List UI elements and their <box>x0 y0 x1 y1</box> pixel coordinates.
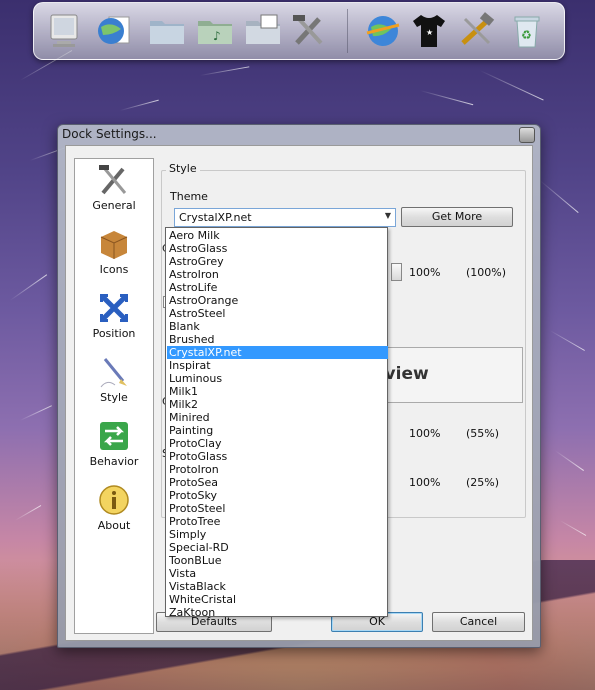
theme-combobox[interactable]: CrystalXP.net ▼ <box>174 208 396 227</box>
theme-option[interactable]: ProtoClay <box>167 437 388 450</box>
theme-option[interactable]: WhiteCristal <box>167 593 388 606</box>
theme-option[interactable]: Inspirat <box>167 359 388 372</box>
tools-icon <box>99 165 127 195</box>
theme-option[interactable]: ProtoSteel <box>167 502 388 515</box>
category-behavior[interactable]: Behavior <box>75 415 153 475</box>
window-title: Dock Settings... <box>62 127 157 141</box>
move-arrows-icon <box>100 294 128 322</box>
paintbrush-icon <box>100 358 127 388</box>
theme-combobox-value: CrystalXP.net <box>179 211 252 224</box>
category-label: About <box>97 519 131 532</box>
category-label: Icons <box>99 263 129 276</box>
theme-option[interactable]: Special-RD <box>167 541 388 554</box>
recycle-bin-icon[interactable]: ♻ <box>506 9 548 53</box>
category-label: Style <box>100 391 128 404</box>
theme-label: Theme <box>170 190 208 203</box>
theme-option[interactable]: Milk1 <box>167 385 388 398</box>
theme-option[interactable]: AstroGlass <box>167 242 388 255</box>
row3-value: 100% <box>409 476 441 489</box>
theme-option[interactable]: ZaKtoon <box>167 606 388 619</box>
category-about[interactable]: About <box>75 479 153 539</box>
theme-option[interactable]: VistaBlack <box>167 580 388 593</box>
theme-option[interactable]: ProtoIron <box>167 463 388 476</box>
folder-icon[interactable] <box>146 9 188 53</box>
theme-option[interactable]: ProtoGlass <box>167 450 388 463</box>
row3-extra-value: (25%) <box>466 476 500 489</box>
tools-icon[interactable] <box>288 9 330 53</box>
theme-option[interactable]: ProtoSea <box>167 476 388 489</box>
category-list: General Icons Position Style Behavior Ab… <box>74 158 154 634</box>
svg-text:★: ★ <box>426 28 433 37</box>
network-globe-icon[interactable] <box>362 9 404 53</box>
row2-extra-value: (55%) <box>466 427 500 440</box>
photo-folder-icon[interactable] <box>242 9 284 53</box>
dock-separator <box>347 9 348 53</box>
chevron-down-icon[interactable]: ▼ <box>385 211 391 220</box>
theme-dropdown-list[interactable]: Aero Milk AstroGlass AstroGrey AstroIron Ast… <box>165 227 388 619</box>
theme-option[interactable]: Minired <box>167 411 388 424</box>
close-icon[interactable] <box>519 127 535 143</box>
category-position[interactable]: Position <box>75 287 153 347</box>
category-label: General <box>92 199 136 212</box>
category-style[interactable]: Style <box>75 351 153 411</box>
theme-option[interactable]: CrystalXP.net <box>167 346 388 359</box>
theme-option[interactable]: Simply <box>167 528 388 541</box>
theme-option[interactable]: Milk2 <box>167 398 388 411</box>
theme-option[interactable]: ProtoSky <box>167 489 388 502</box>
computer-icon[interactable] <box>44 9 86 53</box>
category-label: Behavior <box>89 455 139 468</box>
row2-value: 100% <box>409 427 441 440</box>
box-icon <box>100 231 128 259</box>
hammer-wrench-icon[interactable] <box>456 9 498 53</box>
opacity-slider-thumb[interactable] <box>391 263 402 281</box>
theme-option[interactable]: Vista <box>167 567 388 580</box>
category-icons[interactable]: Icons <box>75 223 153 283</box>
theme-option[interactable]: AstroSteel <box>167 307 388 320</box>
theme-preview: eview <box>378 347 523 403</box>
cancel-button[interactable]: Cancel <box>432 612 525 632</box>
style-group-title: Style <box>166 162 200 175</box>
category-label: Position <box>92 327 136 340</box>
theme-option[interactable]: AstroOrange <box>167 294 388 307</box>
globe-document-icon[interactable] <box>94 9 136 53</box>
theme-option[interactable]: Blank <box>167 320 388 333</box>
get-more-button[interactable]: Get More <box>401 207 513 227</box>
theme-option[interactable]: AstroIron <box>167 268 388 281</box>
theme-option[interactable]: Aero Milk <box>167 229 388 242</box>
theme-option[interactable]: Brushed <box>167 333 388 346</box>
theme-option[interactable]: ProtoTree <box>167 515 388 528</box>
opacity-extra-value: (100%) <box>466 266 507 279</box>
svg-text:♻: ♻ <box>521 28 532 42</box>
theme-option[interactable]: AstroLife <box>167 281 388 294</box>
dock-bar: ♪ ★ ♻ <box>33 2 565 60</box>
info-icon <box>99 485 129 515</box>
theme-option[interactable]: Luminous <box>167 372 388 385</box>
category-general[interactable]: General <box>75 159 153 219</box>
opacity-value: 100% <box>409 266 441 279</box>
theme-option[interactable]: ToonBLue <box>167 554 388 567</box>
music-folder-icon[interactable]: ♪ <box>194 9 236 53</box>
theme-option[interactable]: AstroGrey <box>167 255 388 268</box>
behavior-arrows-icon <box>100 422 128 450</box>
theme-option[interactable]: Painting <box>167 424 388 437</box>
svg-text:♪: ♪ <box>213 29 221 43</box>
tshirt-icon[interactable]: ★ <box>408 9 450 53</box>
